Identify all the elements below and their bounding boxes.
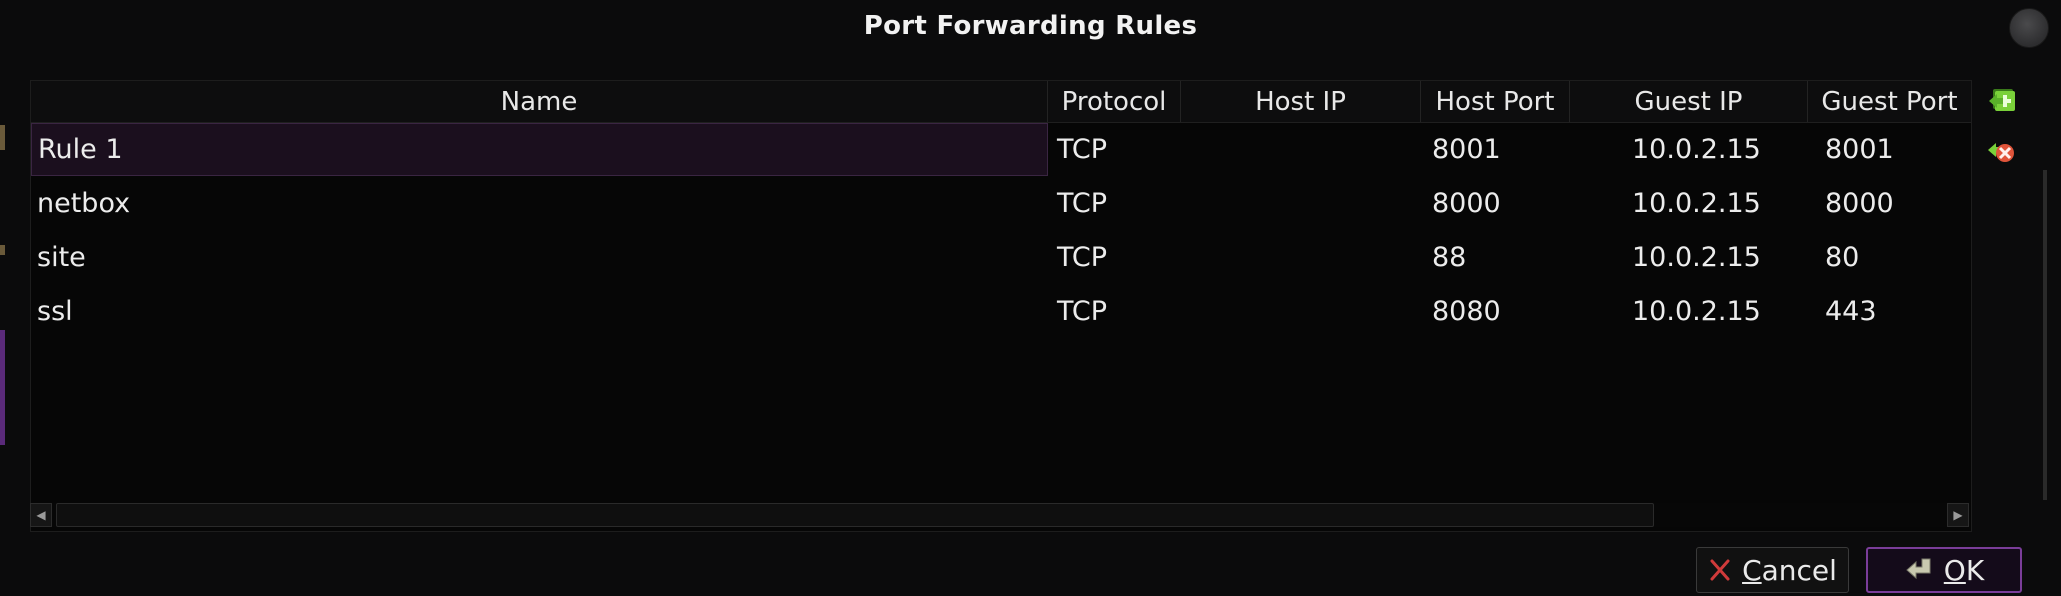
cancel-label: Cancel bbox=[1742, 553, 1837, 587]
cell-host-port[interactable]: 8001 bbox=[1426, 123, 1570, 176]
scroll-left-icon[interactable]: ◀ bbox=[30, 503, 52, 527]
table-header: Name Protocol Host IP Host Port Guest IP… bbox=[31, 81, 1971, 123]
cell-guest-ip[interactable]: 10.0.2.15 bbox=[1626, 123, 1808, 176]
ok-button[interactable]: OK bbox=[1866, 547, 2022, 593]
column-header-protocol[interactable]: Protocol bbox=[1048, 81, 1181, 122]
remove-rule-icon[interactable] bbox=[1985, 134, 2017, 166]
cell-host-ip[interactable] bbox=[1181, 231, 1421, 284]
cell-name[interactable]: site bbox=[31, 231, 1048, 284]
cancel-button[interactable]: Cancel bbox=[1696, 547, 1849, 593]
window-title: Port Forwarding Rules bbox=[863, 11, 1198, 41]
cancel-icon bbox=[1710, 559, 1730, 581]
cell-guest-ip[interactable]: 10.0.2.15 bbox=[1626, 231, 1808, 284]
cell-name[interactable]: ssl bbox=[31, 285, 1048, 338]
cell-host-ip[interactable] bbox=[1181, 177, 1421, 230]
cell-guest-port[interactable]: 443 bbox=[1819, 285, 1971, 338]
cell-host-ip[interactable] bbox=[1181, 285, 1421, 338]
cell-host-port[interactable]: 8080 bbox=[1426, 285, 1570, 338]
table-row[interactable]: ssl TCP 8080 10.0.2.15 443 bbox=[31, 285, 1971, 338]
cell-host-port[interactable]: 88 bbox=[1426, 231, 1570, 284]
column-header-host-port[interactable]: Host Port bbox=[1421, 81, 1570, 122]
cell-protocol[interactable]: TCP bbox=[1051, 231, 1181, 284]
cell-protocol[interactable]: TCP bbox=[1051, 285, 1181, 338]
add-rule-icon[interactable] bbox=[1985, 85, 2017, 117]
cell-host-port[interactable]: 8000 bbox=[1426, 177, 1570, 230]
cell-guest-port[interactable]: 8001 bbox=[1819, 123, 1971, 176]
cell-guest-port[interactable]: 8000 bbox=[1819, 177, 1971, 230]
column-header-guest-port[interactable]: Guest Port bbox=[1808, 81, 1971, 122]
column-header-name[interactable]: Name bbox=[31, 81, 1048, 122]
background-window-edge bbox=[0, 125, 5, 150]
ok-label: OK bbox=[1943, 553, 1985, 587]
horizontal-scrollbar[interactable]: ◀ ▶ bbox=[30, 503, 1970, 527]
cell-guest-ip[interactable]: 10.0.2.15 bbox=[1626, 285, 1808, 338]
column-header-guest-ip[interactable]: Guest IP bbox=[1570, 81, 1808, 122]
background-window-edge bbox=[0, 330, 5, 445]
cell-protocol[interactable]: TCP bbox=[1051, 177, 1181, 230]
cell-guest-port[interactable]: 80 bbox=[1819, 231, 1971, 284]
vertical-scrollbar[interactable] bbox=[2043, 170, 2047, 500]
cell-protocol[interactable]: TCP bbox=[1051, 123, 1181, 176]
scroll-right-icon[interactable]: ▶ bbox=[1947, 503, 1969, 527]
column-header-host-ip[interactable]: Host IP bbox=[1181, 81, 1421, 122]
cell-name[interactable]: netbox bbox=[31, 177, 1048, 230]
scrollbar-thumb[interactable] bbox=[56, 503, 1654, 527]
enter-icon bbox=[1906, 558, 1931, 580]
table-row[interactable]: netbox TCP 8000 10.0.2.15 8000 bbox=[31, 177, 1971, 230]
cell-host-ip[interactable] bbox=[1181, 123, 1421, 176]
cell-name[interactable]: Rule 1 bbox=[31, 123, 1048, 176]
rules-table[interactable]: Name Protocol Host IP Host Port Guest IP… bbox=[30, 80, 1972, 532]
window-control-button[interactable] bbox=[2009, 8, 2049, 48]
title-bar: Port Forwarding Rules bbox=[0, 0, 2061, 52]
cell-guest-ip[interactable]: 10.0.2.15 bbox=[1626, 177, 1808, 230]
background-window-edge bbox=[0, 245, 5, 255]
table-row[interactable]: Rule 1 TCP 8001 10.0.2.15 8001 bbox=[31, 123, 1971, 176]
table-row[interactable]: site TCP 88 10.0.2.15 80 bbox=[31, 231, 1971, 284]
